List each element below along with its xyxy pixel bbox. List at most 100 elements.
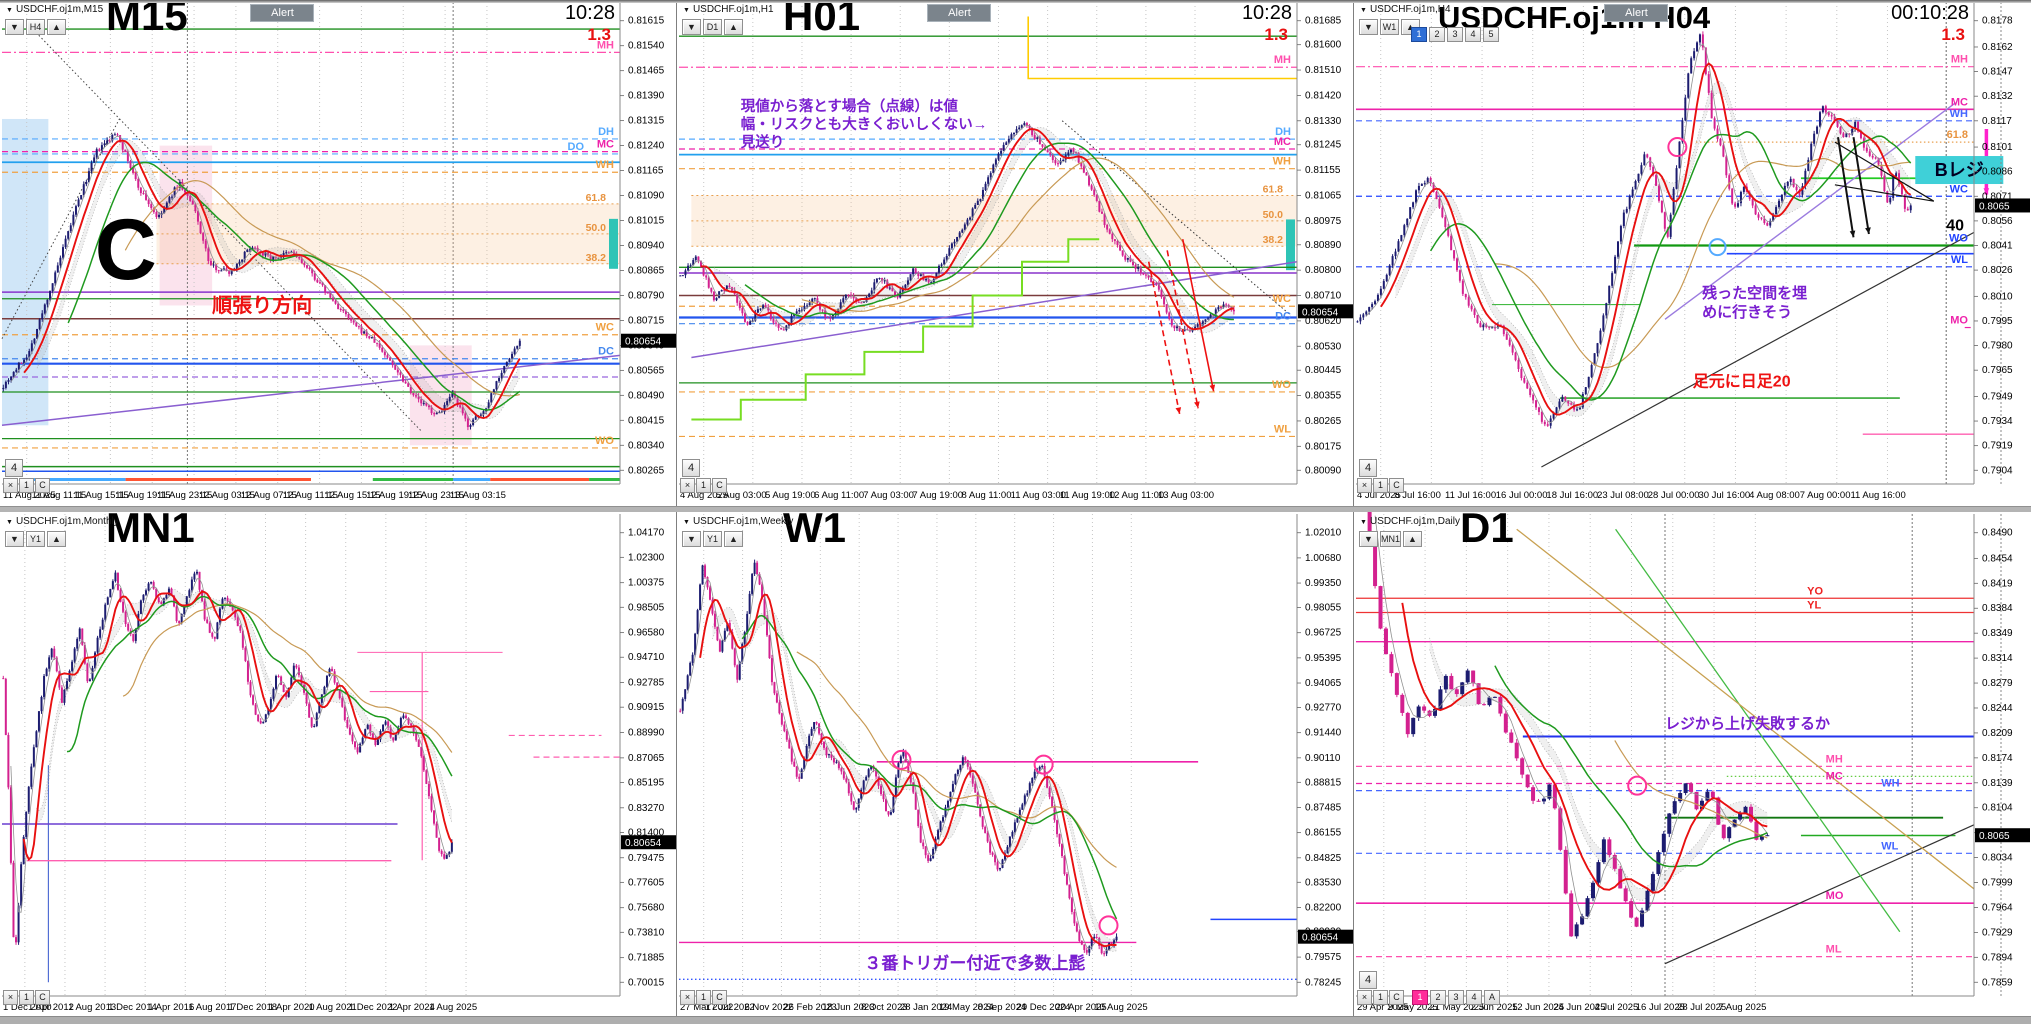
svg-text:0.8026: 0.8026 [1982,265,2013,276]
symbol-timeframe-label: USDCHF.oj1m,H1 [692,4,774,15]
svg-text:0.77605: 0.77605 [628,877,665,888]
chart-plot-d1[interactable]: 29 Apr 20259 May 202521 May 20252 Jun 20… [1354,512,2031,1024]
svg-text:4 Jul 2025: 4 Jul 2025 [1594,1002,1638,1013]
svg-text:DC: DC [598,346,614,358]
alert-button[interactable]: Alert [250,4,315,22]
svg-text:WO: WO [1272,379,1291,391]
tf-value-button[interactable]: MN1 [1380,531,1402,547]
tf-value-button[interactable]: Y1 [703,531,722,547]
chart-plot-h04[interactable]: 4 Jul 20258 Jul 16:00 11 Jul 16:00 16 Jul … [1354,0,2031,512]
chart-symbol-dropdown[interactable]: ▼ USDCHF.oj1m,Weekly [683,516,793,527]
svg-text:0.81540: 0.81540 [628,41,665,52]
svg-text:0.81420: 0.81420 [1305,90,1342,101]
tf-down-button[interactable]: ▼ [682,19,701,35]
panel-footer-bar [0,506,677,512]
tf-down-button[interactable]: ▼ [5,19,24,35]
alert-button[interactable]: Alert [1604,4,1669,22]
tf-up-button[interactable]: ▲ [724,19,743,35]
layout-pager-button-A[interactable]: A [1484,990,1500,1005]
chart-plot-m15[interactable]: 11 Aug 202511 Aug 11:1511 Aug 15:1511 Au… [0,0,677,512]
alert-button[interactable]: Alert [927,4,992,22]
svg-text:順張り方向: 順張り方向 [212,293,312,317]
template-pager-button-2[interactable]: 2 [1429,27,1445,42]
tf-up-button[interactable]: ▲ [47,531,66,547]
chart-panel-h01: 4 Aug 2025 5 Aug 03:00 5 Aug 19:00 6 Aug 11… [676,0,1355,513]
quick-button-4[interactable]: 4 [682,459,700,477]
one-button[interactable]: 1 [19,478,34,493]
tf-down-button[interactable]: ▼ [1359,531,1378,547]
template-pager-button-4[interactable]: 4 [1465,27,1481,42]
chart-symbol-dropdown[interactable]: ▼ USDCHF.oj1m,Monthly [6,516,119,527]
svg-text:0.90110: 0.90110 [1305,753,1341,764]
svg-text:0.80654: 0.80654 [625,337,662,348]
close-button[interactable]: × [680,478,695,493]
svg-text:23 Jul 08:00: 23 Jul 08:00 [1597,490,1649,501]
mini-toolbar: × 1 C [3,990,50,1005]
c-button[interactable]: C [712,478,727,493]
svg-text:WL: WL [1881,840,1898,852]
svg-text:MO: MO [1950,315,1968,327]
chart-symbol-dropdown[interactable]: ▼ USDCHF.oj1m,M15 [6,4,103,15]
chart-panel-d1: 29 Apr 2025 9 May 2025 21 May 2025 2 Jun 20… [1353,504,2031,1024]
tf-down-button[interactable]: ▼ [1359,19,1378,35]
chart-symbol-dropdown[interactable]: ▼ USDCHF.oj1m,Daily [1360,516,1460,527]
svg-text:0.83530: 0.83530 [1305,877,1342,888]
tf-value-button[interactable]: Y1 [26,531,45,547]
tf-value-button[interactable]: W1 [1380,19,1399,35]
tf-value-button[interactable]: H4 [26,19,45,35]
svg-text:YL: YL [1807,600,1821,612]
one-button[interactable]: 1 [19,990,34,1005]
tf-up-button[interactable]: ▲ [47,19,66,35]
chart-plot-h01[interactable]: 4 Aug 20255 Aug 03:005 Aug 19:006 Aug 11… [677,0,1354,512]
quick-button-4[interactable]: 4 [1359,971,1377,989]
c-button[interactable]: C [35,990,50,1005]
svg-text:0.80530: 0.80530 [1305,341,1342,352]
one-button[interactable]: 1 [1373,478,1388,493]
svg-text:見送り: 見送り [740,133,785,151]
tf-value-button[interactable]: D1 [703,19,722,35]
close-button[interactable]: × [680,990,695,1005]
svg-text:11 Aug 16:00: 11 Aug 16:00 [1850,490,1905,501]
layout-pager-button-2[interactable]: 2 [1430,990,1446,1005]
template-pager-button-1[interactable]: 1 [1411,27,1427,42]
chart-plot-mn1[interactable]: 1 Dec 20101 Apr 20121 Aug 20131 Dec 2014… [0,512,677,1024]
close-button[interactable]: × [3,478,18,493]
tf-down-button[interactable]: ▼ [5,531,24,547]
close-button[interactable]: × [3,990,18,1005]
panel-footer-bar [1354,506,2031,512]
layout-pager-button-4[interactable]: 4 [1466,990,1482,1005]
svg-text:1 Apr 2024: 1 Apr 2024 [389,1002,435,1013]
c-button[interactable]: C [1389,478,1404,493]
template-pager-button-3[interactable]: 3 [1447,27,1463,42]
close-button[interactable]: × [1357,990,1372,1005]
chart-symbol-dropdown[interactable]: ▼ USDCHF.oj1m,H4 [1360,4,1451,15]
one-button[interactable]: 1 [696,990,711,1005]
tf-down-button[interactable]: ▼ [682,531,701,547]
c-button[interactable]: C [1389,990,1404,1005]
chart-symbol-dropdown[interactable]: ▼ USDCHF.oj1m,H1 [683,4,774,15]
svg-text:1.02010: 1.02010 [1305,528,1342,539]
chart-plot-w1[interactable]: 27 Mar 202217 Jul 20226 Nov 202226 Feb 2… [677,512,1354,1024]
quick-button-4[interactable]: 4 [5,459,23,477]
svg-text:28 Jul 00:00: 28 Jul 00:00 [1648,490,1700,501]
tf-up-button[interactable]: ▲ [724,531,743,547]
c-button[interactable]: C [35,478,50,493]
c-button[interactable]: C [712,990,727,1005]
layout-pager-button-1[interactable]: 1 [1412,990,1428,1005]
layout-pager-button-3[interactable]: 3 [1448,990,1464,1005]
svg-text:0.91440: 0.91440 [1305,728,1342,739]
tf-up-button[interactable]: ▲ [1403,531,1423,547]
one-button[interactable]: 1 [1373,990,1388,1005]
svg-text:1.02300: 1.02300 [628,552,665,563]
svg-text:0.86155: 0.86155 [1305,828,1342,839]
svg-text:0.8178: 0.8178 [1982,16,2013,27]
close-button[interactable]: × [1357,478,1372,493]
svg-text:0.8419: 0.8419 [1982,578,2013,589]
svg-text:11 Aug 03:00: 11 Aug 03:00 [1011,490,1066,501]
quick-button-4[interactable]: 4 [1359,459,1377,477]
template-pager-button-5[interactable]: 5 [1483,27,1499,42]
one-button[interactable]: 1 [696,478,711,493]
svg-text:WO: WO [595,435,614,447]
chart-panel-w1: 27 Mar 2022 17 Jul 2022 6 Nov 2022 26 Feb 2… [676,504,1355,1024]
svg-text:0.87485: 0.87485 [1305,802,1342,813]
